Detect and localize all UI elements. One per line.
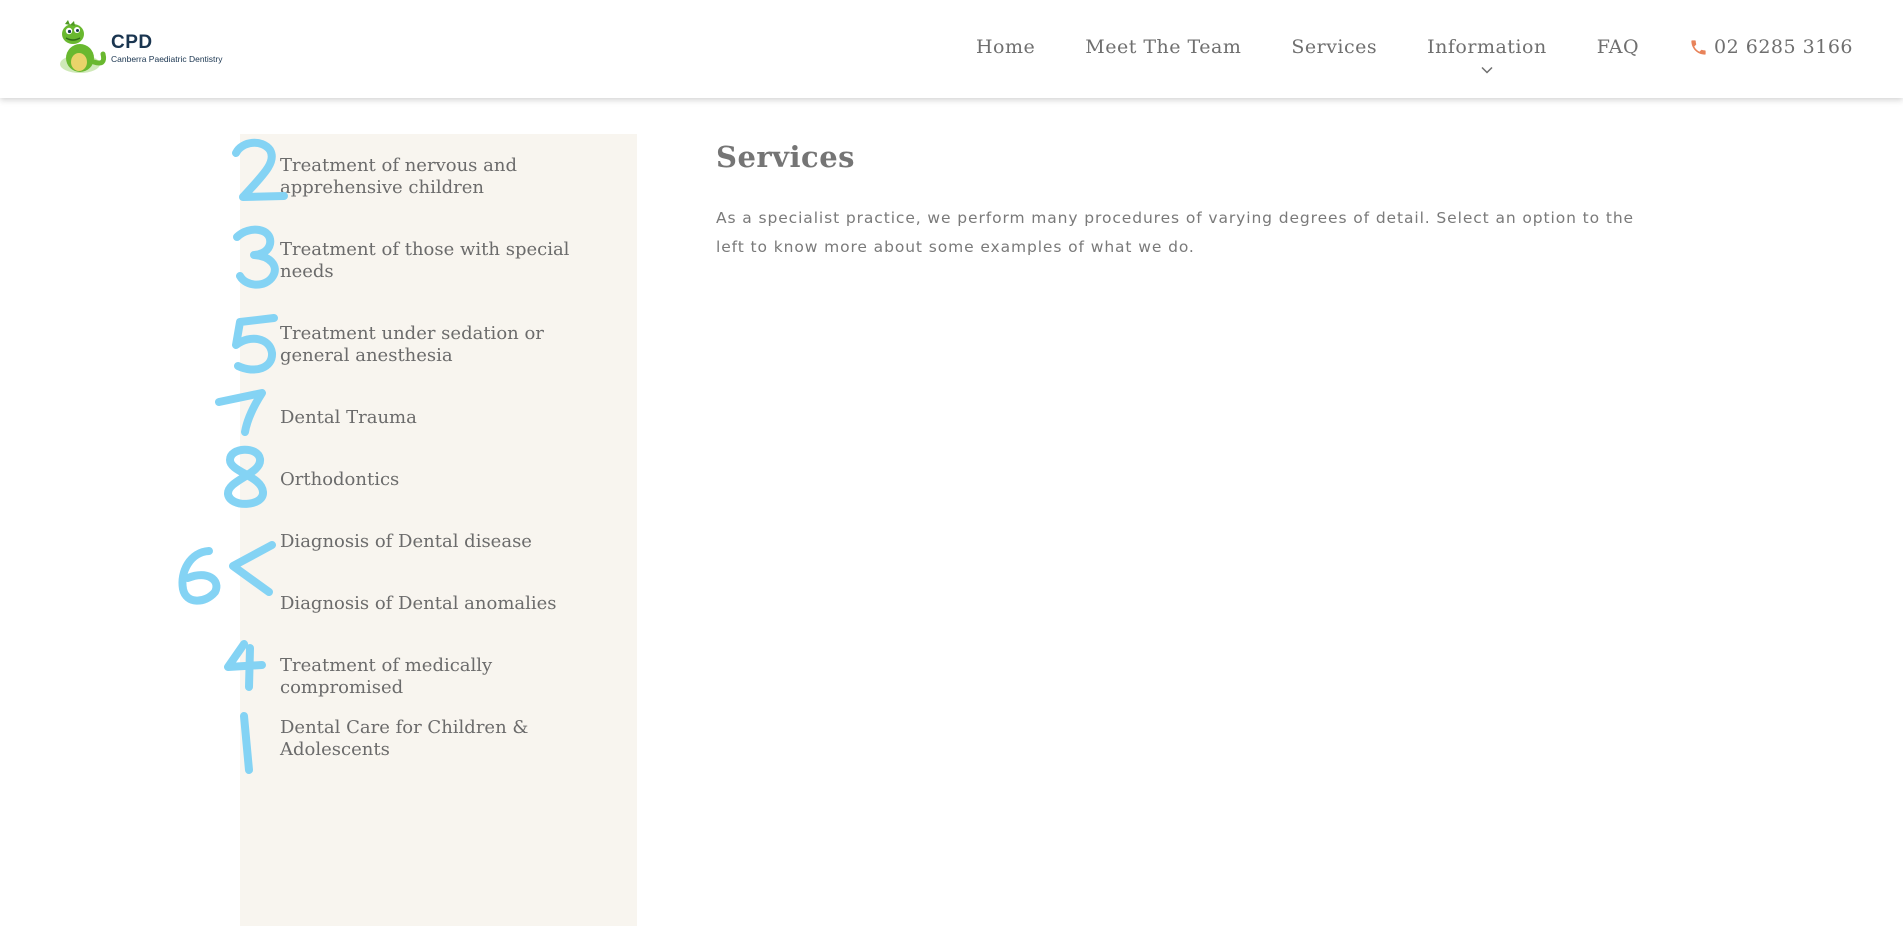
nav-faq[interactable]: FAQ bbox=[1597, 36, 1639, 58]
logo[interactable]: CPD Canberra Paediatric Dentistry bbox=[56, 20, 236, 76]
nav-information-label: Information bbox=[1427, 36, 1547, 58]
nav-home[interactable]: Home bbox=[976, 36, 1035, 58]
page-intro: As a specialist practice, we perform man… bbox=[716, 209, 1634, 256]
sidebar-item-medically-compromised[interactable]: Treatment of medically compromised bbox=[280, 655, 615, 699]
dinosaur-logo-icon bbox=[60, 20, 107, 73]
sidebar-item-diagnosis-anomalies[interactable]: Diagnosis of Dental anomalies bbox=[280, 593, 615, 615]
logo-practice-name: Canberra Paediatric Dentistry bbox=[111, 54, 223, 64]
services-sidebar: Treatment of nervous and apprehensive ch… bbox=[240, 134, 637, 926]
page-title: Services bbox=[716, 140, 855, 174]
nav-services[interactable]: Services bbox=[1291, 36, 1377, 58]
sidebar-item-sedation[interactable]: Treatment under sedation or general anes… bbox=[280, 323, 615, 367]
phone-number: 02 6285 3166 bbox=[1714, 36, 1853, 58]
sidebar-item-nervous-children[interactable]: Treatment of nervous and apprehensive ch… bbox=[280, 155, 615, 199]
main-content: Services As a specialist practice, we pe… bbox=[716, 140, 1656, 262]
sidebar-item-dental-trauma[interactable]: Dental Trauma bbox=[280, 407, 615, 429]
annotation-number-6 bbox=[178, 547, 221, 605]
sidebar-item-children-adolescents[interactable]: Dental Care for Children & Adolescents bbox=[280, 717, 615, 761]
sidebar-item-special-needs[interactable]: Treatment of those with special needs bbox=[280, 239, 615, 283]
nav-phone-link[interactable]: 02 6285 3166 bbox=[1689, 36, 1853, 58]
logo-abbreviation: CPD bbox=[111, 32, 153, 53]
main-nav: Home Meet The Team Services Information … bbox=[926, 36, 1853, 74]
chevron-down-icon[interactable] bbox=[1481, 66, 1493, 74]
phone-icon bbox=[1691, 39, 1706, 55]
site-header: CPD Canberra Paediatric Dentistry Home M… bbox=[0, 0, 1903, 98]
sidebar-item-diagnosis-disease[interactable]: Diagnosis of Dental disease bbox=[280, 531, 615, 553]
nav-meet-the-team[interactable]: Meet The Team bbox=[1085, 36, 1241, 58]
sidebar-item-orthodontics[interactable]: Orthodontics bbox=[280, 469, 615, 491]
nav-information[interactable]: Information bbox=[1427, 36, 1547, 74]
